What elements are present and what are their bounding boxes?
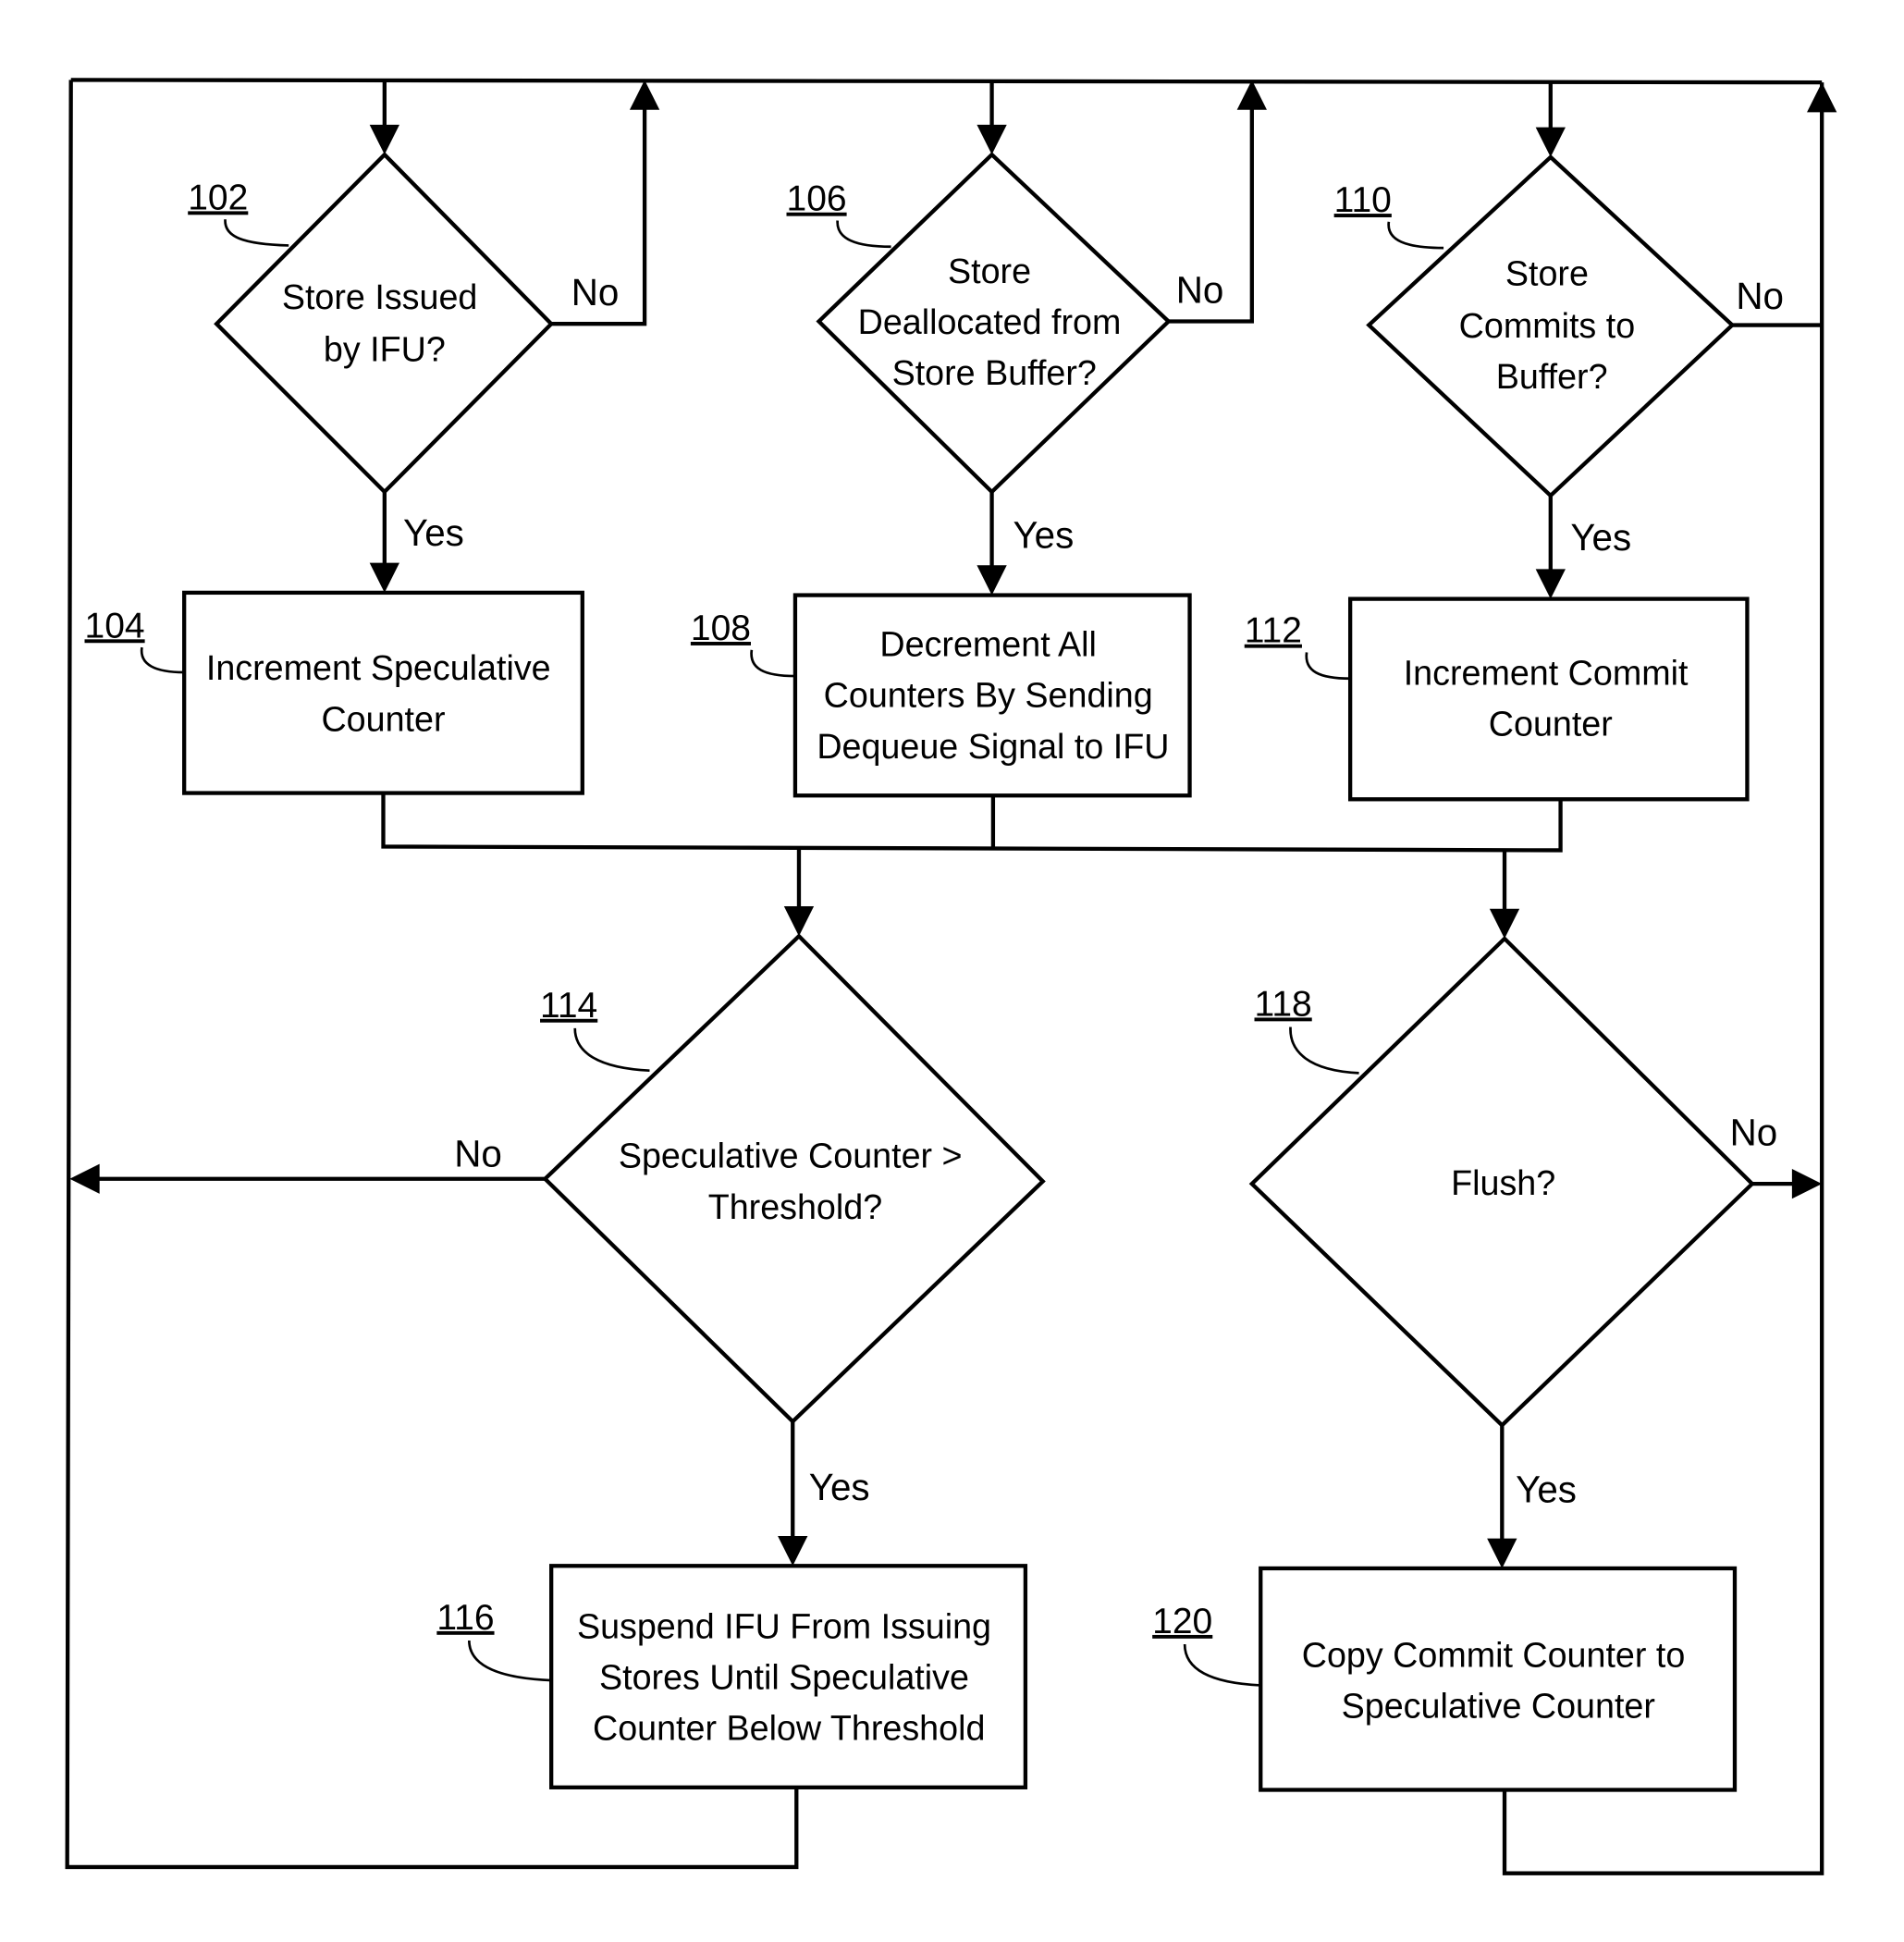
decision-106-line-2: Deallocated from — [858, 302, 1122, 341]
arrowhead-into-110 — [1535, 127, 1566, 157]
arrowhead-into-116 — [778, 1535, 808, 1567]
decision-114-line-2: Threshold? — [708, 1187, 882, 1226]
ref-102-leader — [224, 219, 289, 247]
process-120-line-2: Speculative Counter — [1342, 1686, 1655, 1725]
decision-102[interactable]: Store Issued by IFU? 102 — [188, 152, 555, 495]
arrowhead-into-104 — [369, 562, 399, 593]
decision-110-line-2: Commits to — [1459, 306, 1635, 345]
process-104[interactable]: Increment Speculative Counter 104 — [85, 590, 584, 795]
label-106-no: No — [1176, 268, 1224, 311]
ref-106-leader — [836, 220, 891, 249]
ref-120-leader — [1183, 1644, 1261, 1687]
decision-110-line-3: Buffer? — [1496, 357, 1608, 396]
process-116-line-3: Counter Below Threshold — [593, 1709, 985, 1748]
ref-112-leader — [1305, 652, 1351, 681]
process-112-line-2: Counter — [1489, 705, 1613, 744]
ref-116-leader — [468, 1640, 552, 1682]
decision-102-shape — [214, 152, 555, 495]
process-116-line-1: Suspend IFU From Issuing — [577, 1606, 991, 1645]
label-102-no: No — [571, 271, 620, 313]
decision-106-line-1: Store — [948, 252, 1031, 290]
ref-104: 104 — [85, 606, 145, 645]
process-112-line-1: Increment Commit — [1404, 653, 1689, 692]
process-120-shape — [1259, 1566, 1738, 1792]
label-110-yes: Yes — [1570, 516, 1631, 559]
label-106-yes: Yes — [1013, 513, 1074, 556]
arrowhead-114-no — [69, 1163, 100, 1194]
top-loop-line — [70, 78, 1823, 85]
decision-114-shape — [542, 933, 1046, 1425]
ref-108: 108 — [691, 608, 751, 648]
process-108-line-1: Decrement All — [879, 625, 1096, 664]
ref-116: 116 — [436, 1598, 494, 1638]
process-112-shape — [1347, 596, 1750, 802]
arrowhead-into-106 — [977, 124, 1007, 155]
decision-118[interactable]: Flush? 118 — [1248, 935, 1755, 1429]
arrowhead-into-112 — [1535, 569, 1566, 599]
ref-110: 110 — [1334, 180, 1392, 220]
process-120-line-1: Copy Commit Counter to — [1302, 1635, 1686, 1674]
decision-114-line-1: Speculative Counter > — [619, 1137, 963, 1175]
arrowhead-right-loop-up — [1807, 82, 1837, 113]
ref-112: 112 — [1245, 611, 1302, 651]
decision-110-line-1: Store — [1505, 253, 1589, 292]
process-104-line-2: Counter — [321, 699, 445, 738]
ref-114: 114 — [540, 986, 597, 1026]
ref-110-leader — [1387, 221, 1444, 250]
process-112[interactable]: Increment Commit Counter 112 — [1245, 596, 1750, 802]
label-110-no: No — [1736, 275, 1784, 317]
decision-102-line-1: Store Issued — [282, 277, 478, 316]
label-114-no: No — [454, 1132, 502, 1174]
process-104-shape — [182, 590, 584, 795]
label-114-yes: Yes — [809, 1466, 870, 1508]
arrowhead-into-118 — [1489, 908, 1520, 940]
decision-114[interactable]: Speculative Counter > Threshold? 114 — [540, 933, 1046, 1425]
arrowhead-102-no — [629, 80, 660, 110]
flowchart: Store Issued by IFU? 102 Increment Specu… — [65, 78, 1837, 1875]
edge-104-merge — [381, 793, 1563, 853]
label-102-yes: Yes — [403, 511, 464, 554]
process-104-line-1: Increment Speculative — [206, 648, 551, 687]
decision-106[interactable]: Store Deallocated from Store Buffer? 106 — [787, 152, 1172, 495]
ref-102: 102 — [188, 178, 248, 217]
ref-106: 106 — [787, 179, 847, 219]
arrowhead-into-108 — [977, 565, 1007, 596]
process-108-line-2: Counters By Sending — [824, 676, 1153, 715]
process-108[interactable]: Decrement All Counters By Sending Dequeu… — [691, 593, 1192, 798]
arrowhead-118-no — [1791, 1168, 1823, 1199]
decision-102-line-2: by IFU? — [324, 330, 446, 369]
ref-118-leader — [1289, 1026, 1359, 1075]
label-118-yes: Yes — [1516, 1469, 1577, 1511]
arrowhead-106-no — [1236, 80, 1267, 110]
arrowhead-into-102 — [369, 124, 399, 155]
ref-118: 118 — [1255, 984, 1312, 1024]
ref-120: 120 — [1152, 1602, 1212, 1641]
decision-118-line-1: Flush? — [1451, 1163, 1555, 1202]
arrowhead-into-114 — [783, 906, 815, 937]
process-116-line-2: Stores Until Speculative — [599, 1657, 969, 1696]
process-108-line-3: Dequeue Signal to IFU — [817, 727, 1169, 766]
arrowhead-into-120 — [1487, 1538, 1517, 1568]
decision-118-text: Flush? — [1451, 1163, 1555, 1202]
decision-106-line-3: Store Buffer? — [892, 353, 1097, 392]
process-116-text: Suspend IFU From Issuing Stores Until Sp… — [577, 1606, 1001, 1747]
process-116[interactable]: Suspend IFU From Issuing Stores Until Sp… — [436, 1564, 1028, 1789]
process-120[interactable]: Copy Commit Counter to Speculative Count… — [1152, 1566, 1738, 1792]
ref-108-leader — [750, 649, 795, 678]
decision-110[interactable]: Store Commits to Buffer? 110 — [1334, 154, 1736, 498]
ref-104-leader — [140, 646, 185, 674]
ref-114-leader — [573, 1027, 650, 1073]
label-118-no: No — [1730, 1111, 1778, 1153]
